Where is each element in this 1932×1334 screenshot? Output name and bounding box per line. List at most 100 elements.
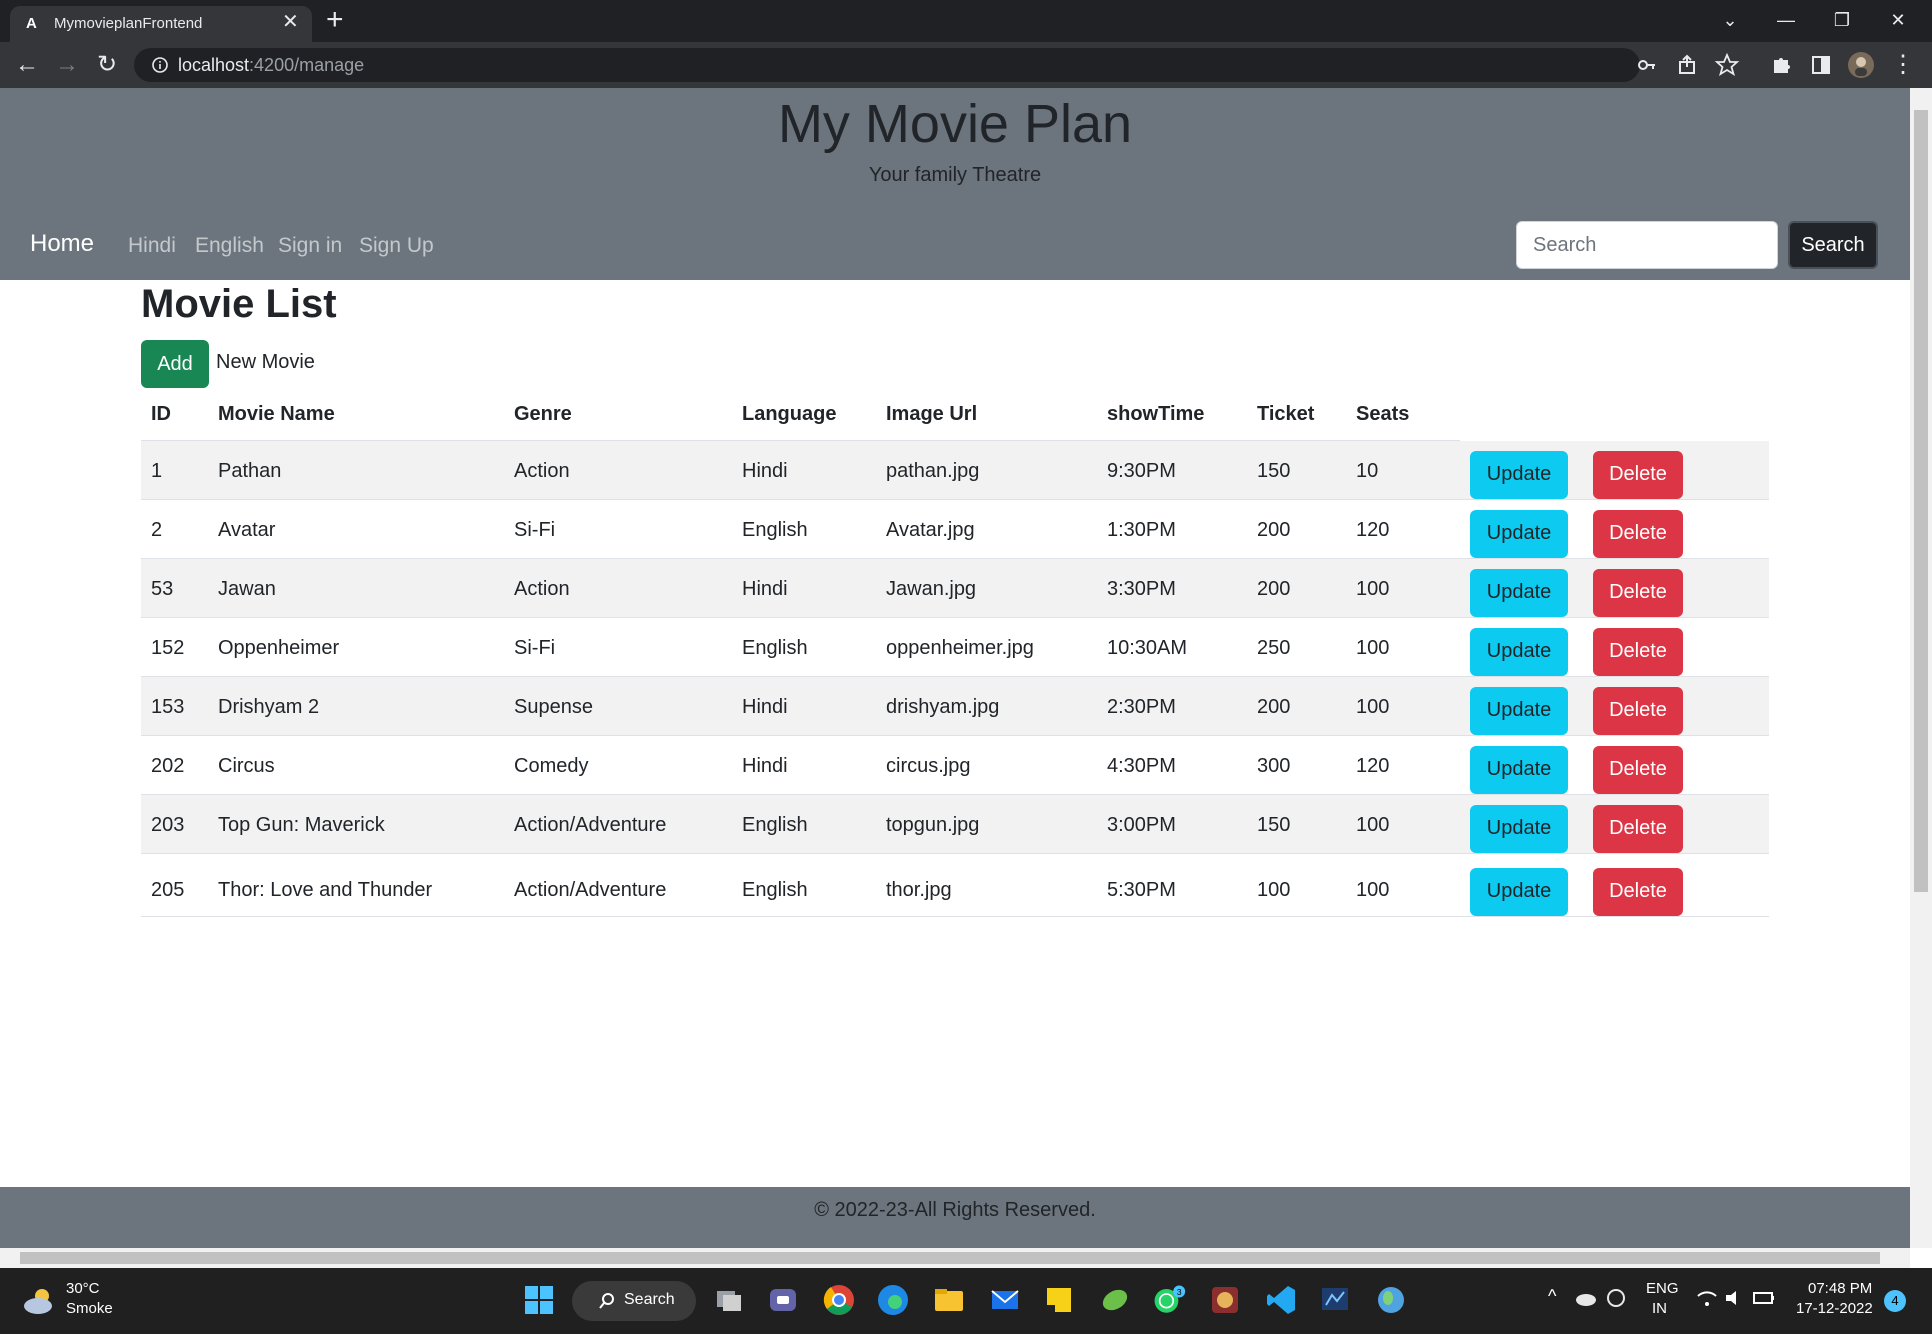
minimize-button[interactable]: — bbox=[1766, 6, 1806, 34]
cell-id-text: 152 bbox=[151, 636, 185, 659]
teams-chat-icon[interactable] bbox=[766, 1283, 800, 1317]
column-header-image-url: Image Url bbox=[876, 388, 1097, 441]
cell-seats-text: 100 bbox=[1356, 577, 1390, 600]
url-host: localhost bbox=[178, 55, 250, 75]
share-icon[interactable] bbox=[1672, 50, 1702, 80]
delete-button[interactable]: Delete bbox=[1593, 509, 1683, 558]
extensions-puzzle-icon[interactable] bbox=[1766, 50, 1796, 80]
horizontal-scrollbar[interactable] bbox=[0, 1248, 1910, 1268]
notification-count-badge[interactable]: 4 bbox=[1884, 1290, 1906, 1312]
nav-link-english[interactable]: English bbox=[195, 234, 264, 258]
close-tab-icon[interactable]: ✕ bbox=[282, 12, 299, 32]
site-title: My Movie Plan bbox=[777, 94, 1133, 154]
nav-link-sign-up[interactable]: Sign Up bbox=[359, 234, 434, 258]
cell-image-url: drishyam.jpg bbox=[876, 676, 1097, 736]
clock-time[interactable]: 07:48 PM bbox=[1808, 1280, 1872, 1297]
wifi-icon[interactable] bbox=[1696, 1288, 1718, 1308]
back-button[interactable]: ← bbox=[12, 50, 42, 80]
bookmark-star-icon[interactable] bbox=[1712, 50, 1742, 80]
edge-browser-icon[interactable] bbox=[876, 1283, 910, 1317]
delete-button[interactable]: Delete bbox=[1593, 450, 1683, 499]
whatsapp-icon[interactable]: 3 bbox=[1152, 1283, 1186, 1317]
reload-button[interactable]: ↻ bbox=[92, 50, 122, 80]
update-button[interactable]: Update bbox=[1470, 509, 1568, 558]
cell-image-url-text: Avatar.jpg bbox=[886, 518, 975, 541]
cell-movie-name: Drishyam 2 bbox=[208, 676, 504, 736]
onedrive-cloud-icon[interactable] bbox=[1574, 1288, 1598, 1308]
vscode-icon[interactable] bbox=[1264, 1283, 1298, 1317]
game-app-icon[interactable] bbox=[1208, 1283, 1242, 1317]
delete-button[interactable]: Delete bbox=[1593, 568, 1683, 617]
sticky-notes-icon[interactable] bbox=[1042, 1283, 1076, 1317]
file-explorer-icon[interactable] bbox=[932, 1283, 966, 1317]
windows-start-icon[interactable] bbox=[522, 1283, 556, 1317]
nav-home-link[interactable]: Home bbox=[30, 230, 94, 258]
search-button[interactable]: Search bbox=[1788, 221, 1878, 269]
task-view-icon[interactable] bbox=[712, 1283, 746, 1317]
sync-icon[interactable] bbox=[1604, 1286, 1628, 1310]
update-button[interactable]: Update bbox=[1470, 804, 1568, 853]
column-header-movie-name: Movie Name bbox=[208, 388, 504, 441]
delete-button[interactable]: Delete bbox=[1593, 745, 1683, 794]
cell-language: English bbox=[732, 617, 876, 677]
tab-search-chevron-icon[interactable]: ⌄ bbox=[1710, 6, 1750, 34]
cell-image-url: topgun.jpg bbox=[876, 794, 1097, 854]
volume-icon[interactable] bbox=[1724, 1288, 1746, 1308]
close-window-button[interactable]: ✕ bbox=[1878, 6, 1918, 34]
address-bar[interactable]: localhost:4200/manage bbox=[134, 48, 1740, 82]
profile-avatar[interactable] bbox=[1846, 50, 1876, 80]
delete-button[interactable]: Delete bbox=[1593, 627, 1683, 676]
weather-cloud-icon[interactable] bbox=[22, 1284, 58, 1318]
globe-app-icon[interactable] bbox=[1374, 1283, 1408, 1317]
cell-delete: Delete bbox=[1583, 735, 1769, 795]
search-input[interactable] bbox=[1516, 221, 1778, 269]
update-button[interactable]: Update bbox=[1470, 627, 1568, 676]
password-key-icon[interactable] bbox=[1632, 50, 1662, 80]
cell-movie-name-text: Circus bbox=[218, 754, 275, 777]
cell-language-text: English bbox=[742, 813, 808, 836]
weather-temperature[interactable]: 30°C bbox=[66, 1280, 100, 1297]
nav-link-sign-in[interactable]: Sign in bbox=[278, 234, 342, 258]
clock-date[interactable]: 17-12-2022 bbox=[1796, 1300, 1873, 1317]
cell-id-text: 2 bbox=[151, 518, 163, 541]
cell-id: 2 bbox=[141, 499, 208, 559]
add-movie-button[interactable]: Add bbox=[141, 340, 209, 388]
tray-expand-icon[interactable]: ^ bbox=[1548, 1286, 1556, 1307]
mail-icon[interactable] bbox=[988, 1283, 1022, 1317]
site-info-icon[interactable] bbox=[152, 57, 168, 73]
taskbar-search-button[interactable]: Search bbox=[572, 1281, 696, 1321]
vertical-scroll-thumb[interactable] bbox=[1914, 110, 1928, 892]
vm-app-icon[interactable] bbox=[1318, 1283, 1352, 1317]
restore-button[interactable]: ❐ bbox=[1822, 6, 1862, 34]
horizontal-scroll-thumb[interactable] bbox=[20, 1252, 1880, 1264]
battery-icon[interactable] bbox=[1752, 1288, 1776, 1308]
column-header-ticket: Ticket bbox=[1247, 388, 1346, 441]
cell-showtime: 2:30PM bbox=[1097, 676, 1247, 736]
vertical-scrollbar[interactable] bbox=[1910, 88, 1932, 1248]
update-button[interactable]: Update bbox=[1470, 867, 1568, 916]
update-button[interactable]: Update bbox=[1470, 686, 1568, 735]
cell-ticket: 150 bbox=[1247, 794, 1346, 854]
new-tab-button[interactable]: + bbox=[326, 4, 344, 36]
cell-image-url: thor.jpg bbox=[876, 853, 1097, 917]
delete-button[interactable]: Delete bbox=[1593, 867, 1683, 916]
input-language[interactable]: ENG bbox=[1646, 1280, 1679, 1297]
chrome-menu-icon[interactable]: ⋮ bbox=[1888, 50, 1918, 80]
cell-seats-text: 100 bbox=[1356, 813, 1390, 836]
leaf-app-icon[interactable] bbox=[1098, 1283, 1132, 1317]
delete-button[interactable]: Delete bbox=[1593, 804, 1683, 853]
nav-link-hindi[interactable]: Hindi bbox=[128, 234, 176, 258]
weather-description[interactable]: Smoke bbox=[66, 1300, 113, 1317]
update-button[interactable]: Update bbox=[1470, 568, 1568, 617]
update-button[interactable]: Update bbox=[1470, 450, 1568, 499]
browser-tab[interactable]: A MymovieplanFrontend ✕ bbox=[10, 6, 312, 42]
cell-seats: 100 bbox=[1346, 617, 1460, 677]
chrome-app-icon[interactable] bbox=[822, 1283, 856, 1317]
input-region[interactable]: IN bbox=[1652, 1300, 1667, 1317]
cell-language: English bbox=[732, 499, 876, 559]
side-panel-icon[interactable] bbox=[1806, 50, 1836, 80]
cell-genre: Action/Adventure bbox=[504, 853, 732, 917]
delete-button[interactable]: Delete bbox=[1593, 686, 1683, 735]
update-button[interactable]: Update bbox=[1470, 745, 1568, 794]
forward-button[interactable]: → bbox=[52, 50, 82, 80]
